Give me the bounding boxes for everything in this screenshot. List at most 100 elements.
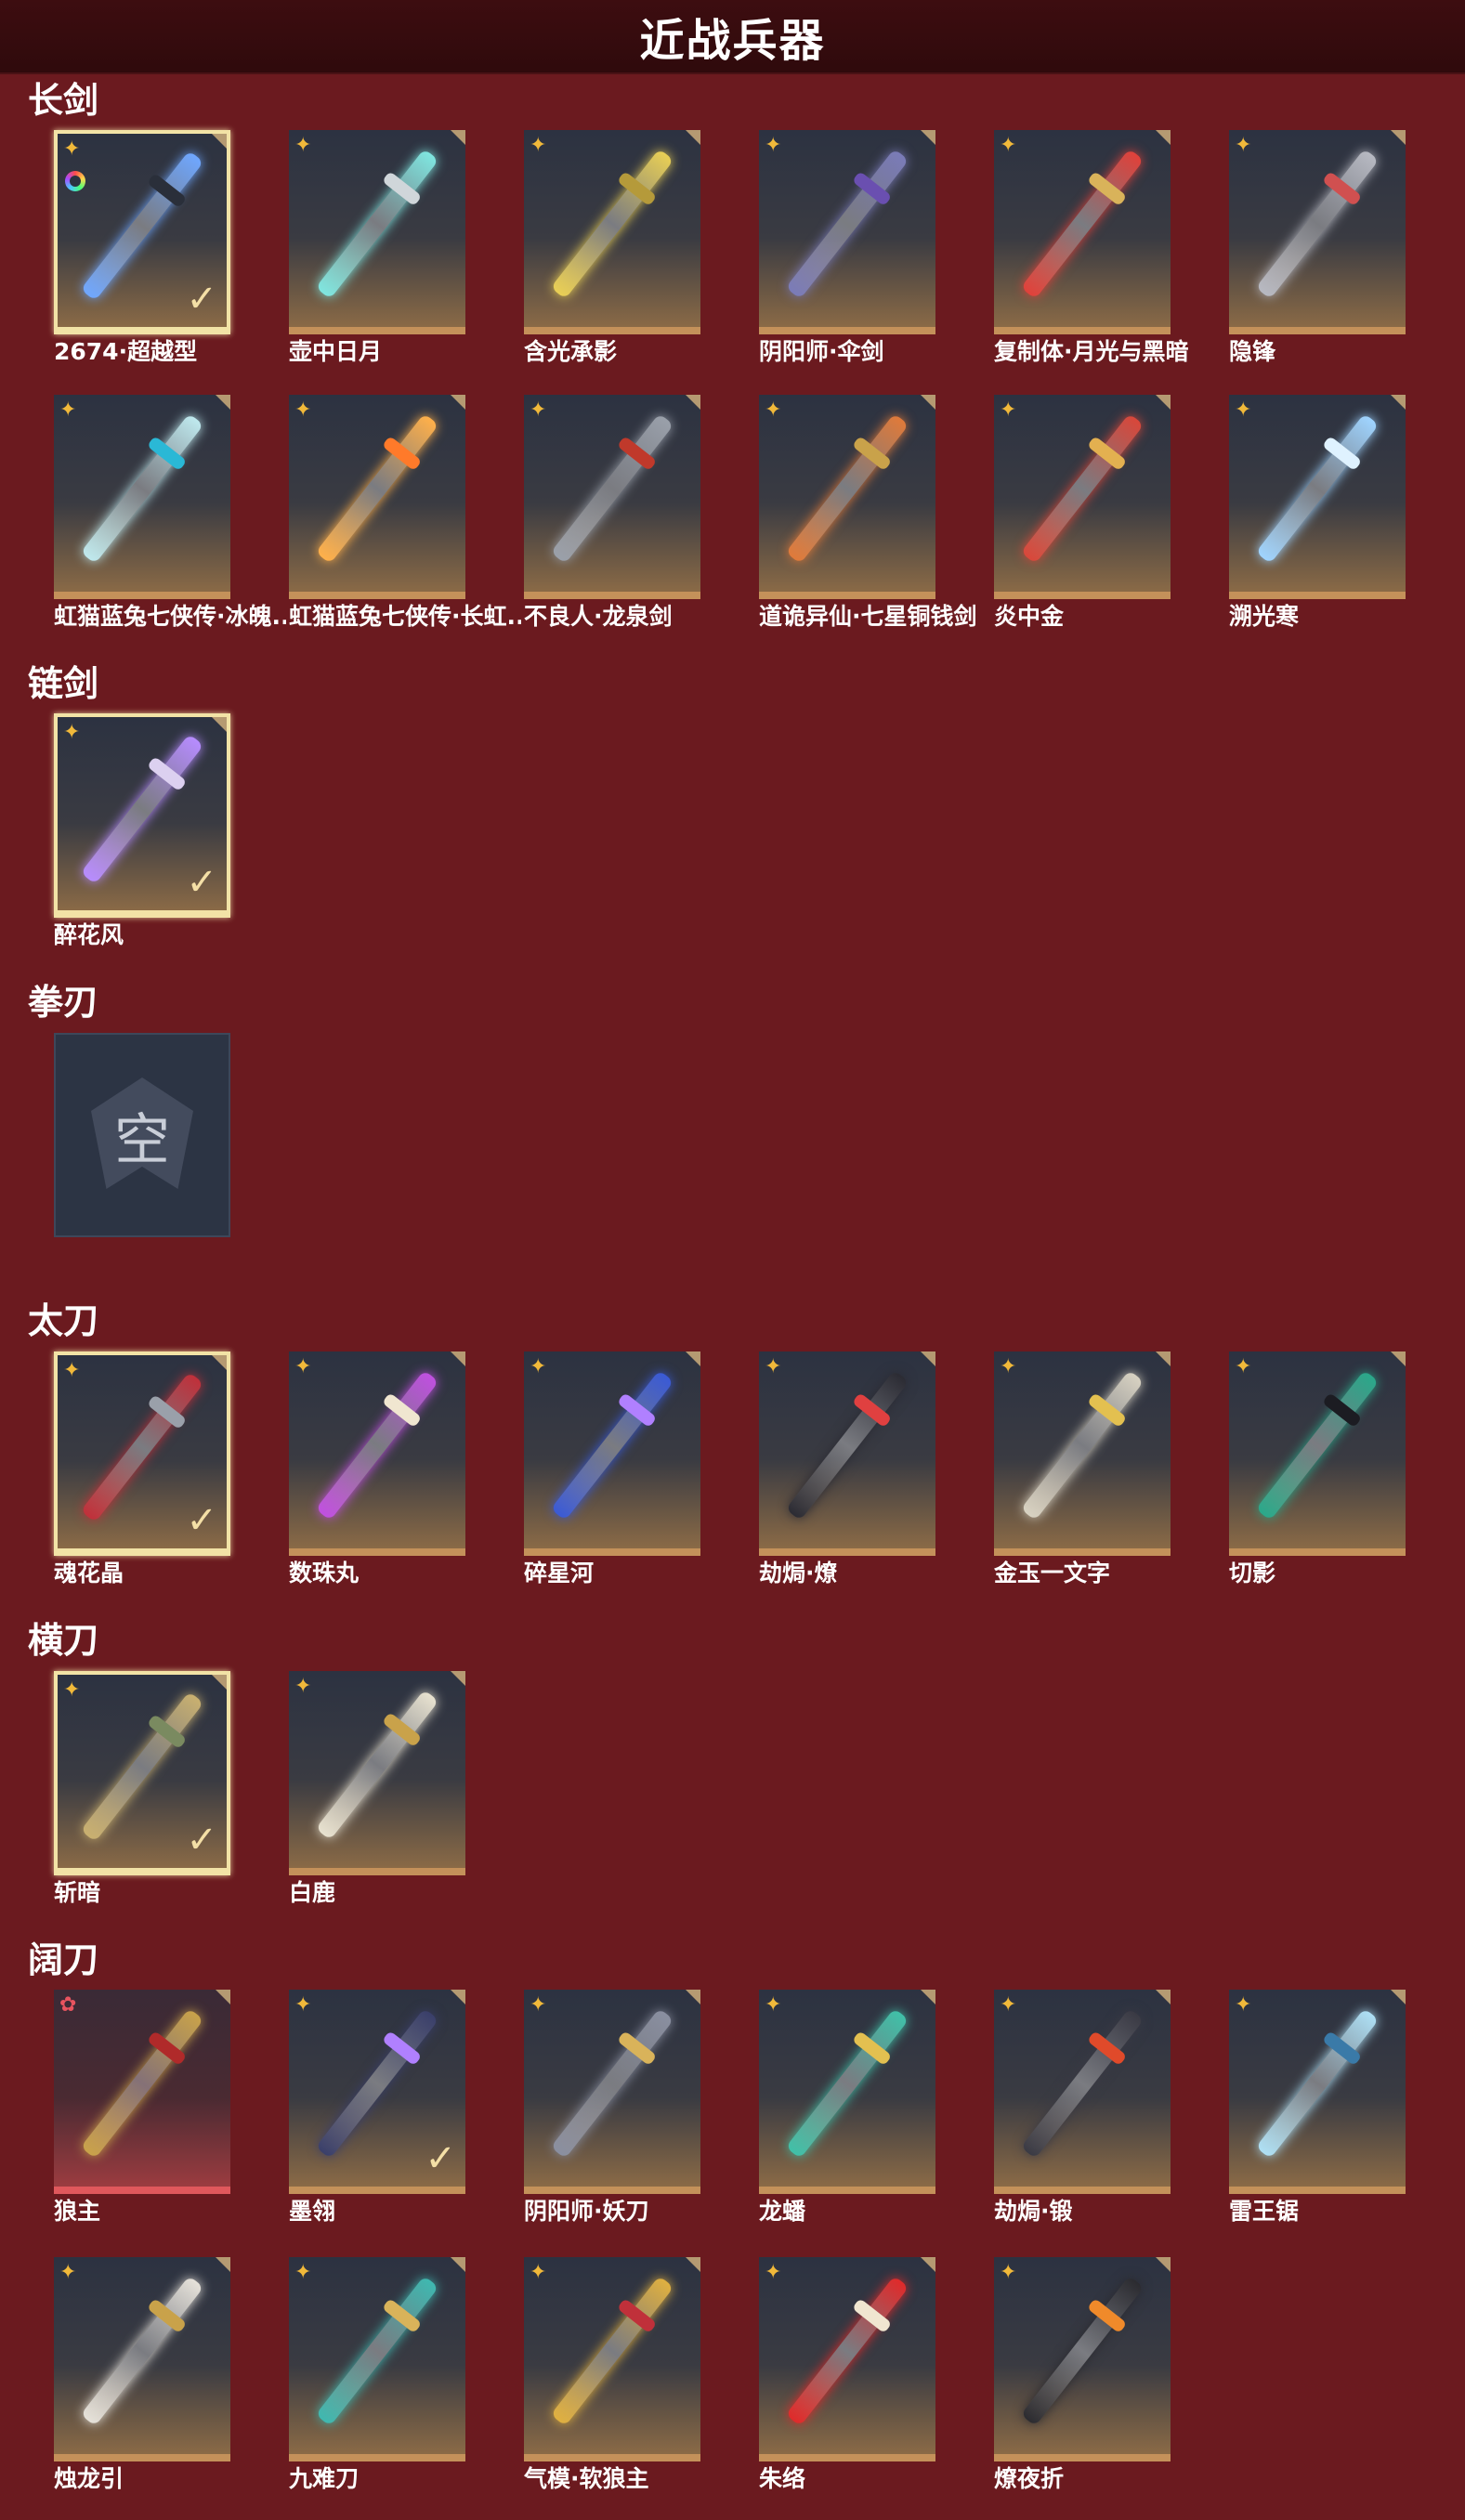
corner-marker xyxy=(1391,1351,1406,1366)
weapon-name: 金玉一文字 xyxy=(994,1560,1111,1586)
weapon-card[interactable]: ✦ xyxy=(1229,1990,1406,2194)
weapon-card[interactable]: ✦ xyxy=(1229,1351,1406,1556)
weapon-card[interactable]: ✦ xyxy=(994,2257,1171,2461)
empty-slot-label: 空 xyxy=(114,1107,170,1173)
corner-marker xyxy=(686,130,700,145)
weapon-image xyxy=(315,148,439,300)
weapon-name: 隐锋 xyxy=(1229,338,1276,365)
weapon-card[interactable]: ✦ xyxy=(759,2257,935,2461)
weapon-name: 狼主 xyxy=(54,2198,101,2225)
weapon-image xyxy=(80,1691,204,1843)
weapon-name: 壶中日月 xyxy=(289,338,383,365)
section-title: 长剑 xyxy=(28,80,99,121)
section-title: 横刀 xyxy=(28,1620,99,1661)
weapon-name: 龙蟠 xyxy=(759,2198,806,2225)
corner-marker xyxy=(451,130,465,145)
weapon-name: 溯光寒 xyxy=(1229,603,1300,630)
weapon-card[interactable]: ✦ xyxy=(994,395,1171,599)
weapon-card[interactable]: ✦ xyxy=(524,130,700,334)
rarity-star-icon: ✦ xyxy=(765,1993,782,2017)
weapon-card[interactable]: ✦ xyxy=(1229,130,1406,334)
corner-marker xyxy=(451,1671,465,1686)
rarity-star-icon: ✦ xyxy=(765,398,782,422)
weapon-name: 气模·软狼主 xyxy=(524,2465,649,2492)
weapon-card[interactable]: ✦ xyxy=(759,1990,935,2194)
weapon-card[interactable]: ✦ xyxy=(289,1671,465,1875)
weapon-name: 墨翎 xyxy=(289,2198,336,2225)
rarity-star-icon: ✦ xyxy=(1235,398,1252,422)
weapon-image xyxy=(1255,1369,1380,1521)
rarity-star-icon: ✦ xyxy=(530,134,547,157)
weapon-card[interactable]: ✦ ✓ xyxy=(54,1351,230,1556)
weapon-card[interactable]: ✦ xyxy=(759,1351,935,1556)
weapon-card[interactable]: ✦ xyxy=(289,2257,465,2461)
rarity-star-icon: ✦ xyxy=(530,2261,547,2284)
weapon-image xyxy=(1020,412,1145,565)
rarity-star-icon: ✦ xyxy=(765,1355,782,1378)
weapon-name: 朱络 xyxy=(759,2465,806,2492)
weapon-card[interactable]: ✦ xyxy=(54,2257,230,2461)
weapon-card[interactable]: ✦ ✓ xyxy=(54,1671,230,1875)
rarity-star-icon: ✿ xyxy=(59,1993,77,2017)
corner-marker xyxy=(212,717,227,732)
weapon-card[interactable]: ✦ xyxy=(994,1351,1171,1556)
weapon-card[interactable]: ✦ xyxy=(289,395,465,599)
weapon-card[interactable]: ✦ ✓ xyxy=(54,130,230,334)
weapon-card[interactable]: ✦ xyxy=(289,1351,465,1556)
corner-marker xyxy=(1391,395,1406,410)
corner-marker xyxy=(1156,2257,1171,2272)
weapon-card[interactable]: ✦ xyxy=(54,395,230,599)
weapon-card[interactable]: ✦ xyxy=(759,130,935,334)
rarity-star-icon: ✦ xyxy=(765,2261,782,2284)
corner-marker xyxy=(921,2257,935,2272)
weapon-card[interactable]: ✦ ✓ xyxy=(289,1990,465,2194)
weapon-card[interactable]: ✦ xyxy=(524,2257,700,2461)
weapon-image xyxy=(550,2275,674,2427)
rarity-star-icon: ✦ xyxy=(530,398,547,422)
weapon-card[interactable]: ✦ xyxy=(994,130,1171,334)
rarity-star-icon: ✦ xyxy=(294,2261,312,2284)
weapon-name: 白鹿 xyxy=(289,1879,336,1906)
weapon-name: 数珠丸 xyxy=(289,1560,360,1586)
weapon-name: 雷王锯 xyxy=(1229,2198,1300,2225)
weapon-card[interactable]: ✦ xyxy=(524,1990,700,2194)
weapon-image xyxy=(785,148,909,300)
rarity-star-icon: ✦ xyxy=(765,134,782,157)
corner-marker xyxy=(216,1990,230,2004)
weapon-card[interactable]: ✦ xyxy=(994,1990,1171,2194)
weapon-image xyxy=(80,150,204,302)
weapon-image xyxy=(1020,2007,1145,2160)
section-title: 链剑 xyxy=(28,663,99,704)
weapon-image xyxy=(80,733,204,885)
weapon-image xyxy=(785,412,909,565)
page-title: 近战兵器 xyxy=(639,15,826,67)
weapon-card[interactable]: ✦ xyxy=(1229,395,1406,599)
weapon-name: 不良人·龙泉剑 xyxy=(524,603,673,630)
weapon-name: 阴阳师·伞剑 xyxy=(759,338,884,365)
empty-slot[interactable]: 空 xyxy=(54,1033,230,1237)
section-title: 太刀 xyxy=(28,1300,99,1341)
rarity-star-icon: ✦ xyxy=(63,137,81,161)
weapon-image xyxy=(80,2275,204,2427)
weapon-card[interactable]: ✦ ✓ xyxy=(54,713,230,918)
weapon-name: 烛龙引 xyxy=(54,2465,124,2492)
rarity-star-icon: ✦ xyxy=(1000,1355,1017,1378)
section-title: 拳刃 xyxy=(28,982,99,1023)
weapon-card[interactable]: ✦ xyxy=(289,130,465,334)
corner-marker xyxy=(212,1675,227,1690)
weapon-card[interactable]: ✦ xyxy=(759,395,935,599)
section-title: 阔刀 xyxy=(28,1939,99,1980)
weapon-image xyxy=(1255,2007,1380,2160)
rarity-star-icon: ✦ xyxy=(1000,2261,1017,2284)
weapon-card[interactable]: ✦ xyxy=(524,1351,700,1556)
equipped-check-icon: ✓ xyxy=(425,2137,456,2180)
weapon-card[interactable]: ✦ xyxy=(524,395,700,599)
weapon-name: 魂花晶 xyxy=(54,1560,124,1586)
corner-marker xyxy=(686,1351,700,1366)
weapon-name: 虹猫蓝兔七侠传·长虹... xyxy=(289,603,521,630)
weapon-image xyxy=(80,2007,204,2160)
corner-marker xyxy=(686,2257,700,2272)
weapon-image xyxy=(1020,2275,1145,2427)
weapon-card[interactable]: ✿ xyxy=(54,1990,230,2194)
weapon-name: 醉花风 xyxy=(54,921,124,948)
